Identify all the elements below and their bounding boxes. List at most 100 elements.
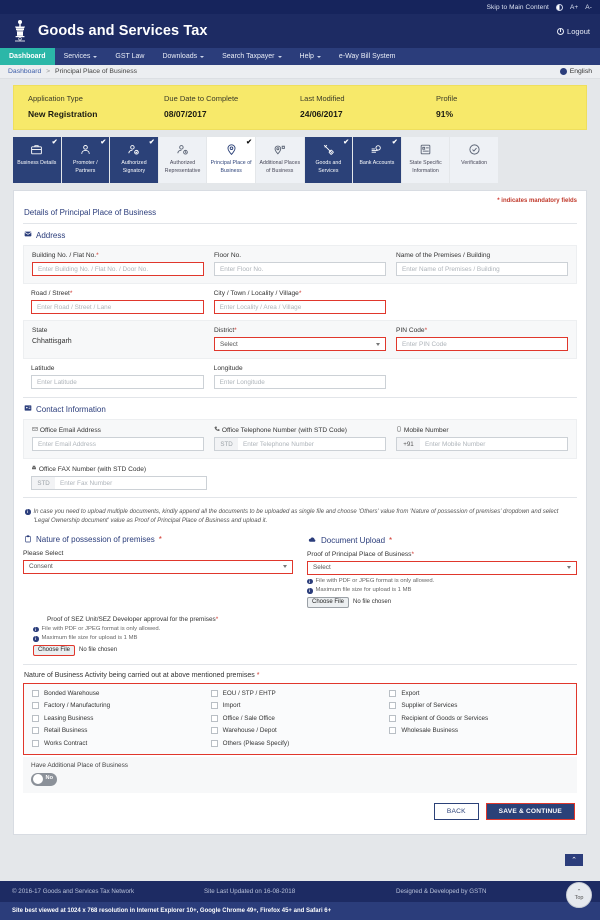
mobile-number-input[interactable]: Enter Mobile Number — [420, 437, 568, 451]
step-principal-place-of-business[interactable]: ✔ Principal Place of Business — [207, 137, 255, 183]
nav-item-eway-bill-system[interactable]: e-Way Bill System — [330, 48, 405, 65]
contrast-icon[interactable] — [555, 3, 563, 11]
chevron-down-icon — [376, 342, 380, 346]
required-star: * — [96, 252, 99, 259]
checkbox-box[interactable] — [210, 739, 218, 747]
road-street-input[interactable]: Enter Road / Street / Lane — [31, 300, 204, 314]
checkbox-box[interactable] — [32, 702, 39, 710]
font-increase-button[interactable]: A+ — [570, 4, 578, 11]
divider — [23, 223, 577, 224]
step-bank-accounts[interactable]: ✔ Bank Accounts — [353, 137, 401, 183]
district-select[interactable]: Select — [214, 337, 386, 351]
national-emblem-icon — [15, 20, 25, 42]
choose-file-button[interactable]: Choose File — [307, 596, 350, 608]
step-label: Authorized Signatory — [121, 160, 147, 174]
possession-select[interactable]: Consent — [23, 559, 293, 574]
checkbox-factory-manufacturing[interactable]: Factory / Manufacturing — [32, 702, 211, 710]
checkbox-office-sale-office[interactable]: Office / Sale Office — [210, 714, 390, 722]
office-email-input[interactable]: Enter Email Address — [32, 437, 204, 451]
checkbox-box[interactable] — [389, 714, 397, 722]
checkbox-box[interactable] — [32, 689, 39, 697]
checkbox-recipient-of-goods-or-services[interactable]: Recipient of Goods or Services — [389, 714, 568, 722]
scroll-up-nub[interactable]: ⌃ — [565, 854, 583, 866]
telephone-std-input[interactable]: STD — [214, 437, 238, 451]
checkbox-box[interactable] — [389, 727, 397, 735]
section-header-contact: Contact Information — [24, 404, 577, 414]
nav-item-downloads[interactable]: Downloads — [153, 48, 213, 65]
checkbox-export[interactable]: Export — [389, 689, 568, 697]
checkbox-box[interactable] — [210, 714, 218, 722]
step-additional-places-of-business[interactable]: Additional Places of Business — [255, 137, 304, 183]
fax-std-input[interactable]: STD — [31, 476, 55, 490]
sez-choose-file-button[interactable]: Choose File — [33, 644, 76, 656]
checkbox-leasing-business[interactable]: Leasing Business — [32, 714, 211, 722]
nav-item-gst-law[interactable]: GST Law — [106, 48, 153, 65]
info-key: Last Modified — [300, 94, 345, 103]
field-state: State Chhattisgarh — [32, 327, 204, 351]
contact-row-1: Office Email Address Enter Email Address… — [23, 419, 577, 459]
nav-item-services[interactable]: Services — [55, 48, 107, 65]
additional-place-toggle[interactable]: No — [31, 772, 57, 786]
step-authorized-signatory[interactable]: ✔ Authorized Signatory — [110, 137, 158, 183]
floor-no-input[interactable]: Enter Floor No. — [214, 262, 386, 276]
save-and-continue-button[interactable]: SAVE & CONTINUE — [485, 802, 575, 820]
checkbox-warehouse-depot[interactable]: Warehouse / Depot — [210, 727, 390, 735]
document-upload-block: Document Upload * Proof of Principal Pla… — [307, 532, 577, 608]
checkbox-retail-business[interactable]: Retail Business — [32, 727, 211, 735]
possession-upload-row: Nature of possession of premises * Pleas… — [23, 532, 577, 608]
step-check-icon: ✔ — [246, 139, 252, 146]
field-district: District* Select — [214, 327, 386, 351]
checkbox-wholesale-business[interactable]: Wholesale Business — [389, 727, 568, 735]
checkbox-box[interactable] — [389, 702, 397, 710]
checkbox-import[interactable]: Import — [210, 702, 390, 710]
step-check-icon: ✔ — [148, 139, 155, 146]
step-state-specific-information[interactable]: State Specific Information — [401, 137, 450, 183]
latitude-input[interactable]: Enter Latitude — [31, 375, 204, 389]
step-promoter-partners[interactable]: ✔ Promoter / Partners — [61, 137, 110, 183]
back-to-top-button[interactable]: ⌃ Top — [566, 882, 592, 908]
checkbox-box[interactable] — [210, 689, 218, 697]
city-town-input[interactable]: Enter Locality / Area / Village — [213, 300, 387, 314]
checkbox-box[interactable] — [32, 739, 39, 747]
breadcrumb-dashboard-link[interactable]: Dashboard — [8, 68, 41, 75]
proof-label: Proof of Principal Place of Business* — [307, 550, 415, 558]
step-business-details[interactable]: ✔ Business Details — [13, 137, 61, 183]
checkbox-works-contract[interactable]: Works Contract — [32, 739, 211, 747]
nav-item-dashboard[interactable]: Dashboard — [0, 48, 55, 65]
contact-card-icon — [24, 404, 32, 414]
language-selector[interactable]: English — [559, 68, 592, 75]
checkbox-bonded-warehouse[interactable]: Bonded Warehouse — [32, 689, 211, 697]
map-pin-icon — [225, 142, 238, 157]
fax-number-input[interactable]: Enter Fax Number — [55, 476, 208, 490]
logout-button[interactable]: Logout — [557, 27, 590, 36]
nav-item-search-taxpayer[interactable]: Search Taxpayer — [213, 48, 290, 65]
telephone-number-input[interactable]: Enter Telephone Number — [238, 437, 386, 451]
required-star: * — [256, 671, 260, 679]
checkbox-eou-stp-ehtp[interactable]: EOU / STP / EHTP — [210, 689, 390, 697]
checkbox-box[interactable] — [389, 689, 397, 697]
mobile-icon — [396, 426, 404, 434]
proof-of-business-select[interactable]: Select — [307, 560, 577, 575]
building-no-input[interactable]: Enter Building No. / Flat No. / Door No. — [32, 262, 204, 276]
step-verification[interactable]: Verification — [450, 137, 498, 183]
step-authorized-representative[interactable]: Authorized Representative — [158, 137, 207, 183]
possession-sub-label: Please Select — [23, 549, 64, 557]
premises-name-input[interactable]: Enter Name of Premises / Building — [396, 262, 568, 276]
nav-item-help[interactable]: Help — [291, 48, 330, 65]
section-title: Document Upload — [321, 535, 386, 545]
back-button[interactable]: BACK — [433, 802, 479, 820]
checkbox-box[interactable] — [32, 714, 39, 722]
hint-text: File with PDF or JPEG format is only all… — [41, 625, 161, 632]
skip-to-main-content-link[interactable]: Skip to Main Content — [487, 4, 549, 11]
checkbox-box[interactable] — [210, 727, 218, 735]
longitude-input[interactable]: Enter Longitude — [213, 375, 387, 389]
font-decrease-button[interactable]: A- — [585, 4, 592, 11]
step-goods-and-services[interactable]: ✔ Goods and Services — [304, 137, 353, 183]
section-title: Contact Information — [36, 404, 106, 414]
pin-code-input[interactable]: Enter PIN Code — [396, 337, 568, 351]
checkbox-supplier-of-services[interactable]: Supplier of Services — [389, 702, 568, 710]
step-label: Bank Accounts — [359, 160, 395, 166]
checkbox-box[interactable] — [210, 702, 218, 710]
checkbox-others-please-specify[interactable]: Others (Please Specify) — [210, 739, 390, 747]
checkbox-box[interactable] — [32, 727, 39, 735]
